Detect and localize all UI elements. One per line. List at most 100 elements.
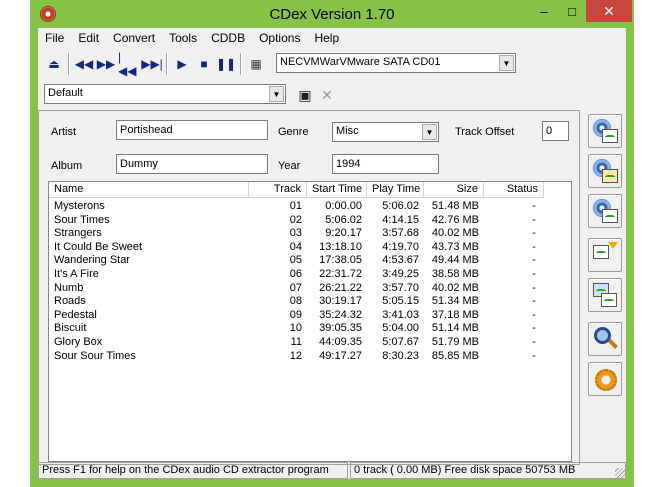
title-bar[interactable]: CDex Version 1.70 ‒ □ ✕ [30,0,634,28]
action-sidebar [584,110,626,410]
cell-size: 40.02 MB [431,227,479,240]
track-list[interactable]: Name Track Start Time Play Time Size Sta… [48,181,572,462]
cell-status: - [532,213,536,226]
cell-play-time: 3:41.03 [382,308,419,321]
table-row[interactable]: Numb 07 26:21.22 3:57.70 40.02 MB - [49,282,571,296]
column-status[interactable]: Status [484,182,544,198]
table-row[interactable]: Sour Sour Times 12 49:17.27 8:30.23 85.85 MB… [49,350,571,364]
cell-name: Mysterons [54,200,105,212]
cell-start-time: 0:00.00 [325,200,362,212]
stop-icon[interactable]: ■ [194,53,214,75]
menu-tools[interactable]: Tools [162,28,204,48]
menu-help[interactable]: Help [307,28,346,48]
column-size[interactable]: Size [424,182,484,198]
table-row[interactable]: Wandering Star 05 17:38.05 4:53.67 49.44 MB - [49,254,571,268]
chevron-down-icon[interactable]: ▼ [269,86,284,102]
convert-compressed-to-wav-icon[interactable] [588,278,622,312]
menu-file[interactable]: File [38,28,71,48]
toolbar-separator [166,53,168,75]
artist-input[interactable]: Portishead [116,120,268,140]
cell-play-time: 3:57.68 [382,227,419,240]
column-start-time[interactable]: Start Time [307,182,367,198]
delete-profile-icon[interactable]: ✕ [317,84,337,106]
track-offset-label: Track Offset [455,126,515,138]
cell-track: 11 [290,336,302,348]
menu-edit[interactable]: Edit [71,28,106,48]
client-area: File Edit Convert Tools CDDB Options Hel… [38,28,626,479]
convert-wav-to-compressed-icon[interactable] [588,238,622,272]
table-row[interactable]: Strangers 03 9:20.17 3:57.68 40.02 MB - [49,227,571,241]
profile-select-value: Default [48,87,83,99]
extract-cd-to-compressed-icon[interactable] [588,154,622,188]
cell-track: 09 [289,308,302,321]
table-row[interactable]: Sour Times 02 5:06.02 4:14.15 42.76 MB - [49,214,571,228]
cell-name: Wandering Star [54,254,131,267]
cell-play-time: 3:57.70 [382,281,419,294]
skip-forward-icon[interactable]: ▶▶| [141,53,163,75]
play-icon[interactable]: ▶ [172,53,192,75]
menu-bar: File Edit Convert Tools CDDB Options Hel… [38,28,626,48]
menu-convert[interactable]: Convert [106,28,162,48]
cell-play-time: 4:19.70 [382,240,419,253]
rewind-icon[interactable]: ◀◀ [74,53,94,75]
column-play-time[interactable]: Play Time [367,182,424,198]
cell-start-time: 5:06.02 [325,213,362,226]
maximize-button[interactable]: □ [558,0,586,22]
table-row[interactable]: Mysterons 01 0:00.00 5:06.02 51.48 MB - [49,200,571,214]
menu-cddb[interactable]: CDDB [204,28,252,48]
cell-track: 02 [289,213,302,226]
cell-size: 51.79 MB [431,336,479,348]
chevron-down-icon[interactable]: ▼ [499,55,514,71]
pause-icon[interactable]: ❚❚ [216,53,236,75]
cell-track: 07 [289,281,302,294]
table-row[interactable]: It's A Fire 06 22:31.72 3:49.25 38.58 MB - [49,268,571,282]
cell-size: 85.85 MB [431,349,479,362]
app-window: CDex Version 1.70 ‒ □ ✕ File Edit Conver… [30,0,634,487]
track-offset-input[interactable]: 0 [542,121,569,141]
eject-icon[interactable]: ⏏ [44,53,64,75]
minimize-button[interactable]: ‒ [530,0,558,22]
cd-info-icon[interactable]: ▦ [246,53,266,75]
cell-start-time: 35:24.32 [319,308,362,321]
drive-select[interactable]: NECVMWarVMware SATA CD01 ▼ [276,53,516,73]
column-track[interactable]: Track [249,182,307,198]
cell-start-time: 39:05.35 [319,322,362,335]
cell-start-time: 13:18.10 [319,240,362,253]
table-row[interactable]: Glory Box 11 44:09.35 5:07.67 51.79 MB - [49,336,571,350]
chevron-down-icon[interactable]: ▼ [422,124,437,140]
close-button[interactable]: ✕ [586,0,632,22]
artist-label: Artist [51,126,77,138]
cell-name: It Could Be Sweet [54,240,143,253]
cell-name: Numb [54,281,84,294]
column-name[interactable]: Name [49,182,249,198]
resize-grip[interactable] [615,468,625,478]
profile-select[interactable]: Default ▼ [44,84,286,104]
cddb-query-icon[interactable] [588,322,622,356]
table-row[interactable]: Pedestal 09 35:24.32 3:41.03 37.18 MB - [49,309,571,323]
cell-track: 10 [289,322,302,335]
skip-back-icon[interactable]: |◀◀ [118,50,138,78]
cell-track: 12 [289,349,302,362]
album-input[interactable]: Dummy [116,154,268,174]
genre-select[interactable]: Misc ▼ [332,122,439,142]
cell-play-time: 3:49.25 [382,268,419,280]
extract-partial-track-icon[interactable] [588,194,622,228]
extract-cd-to-wav-icon[interactable] [588,114,622,148]
menu-options[interactable]: Options [252,28,307,48]
table-row[interactable]: Roads 08 30:19.17 5:05.15 51.34 MB - [49,295,571,309]
save-profile-icon[interactable]: ▣ [295,84,315,106]
configuration-icon[interactable] [588,362,622,396]
fast-forward-icon[interactable]: ▶▶ [96,53,116,75]
cell-start-time: 22:31.72 [319,268,362,280]
cell-status: - [532,308,536,321]
cell-play-time: 5:05.15 [382,295,419,308]
cell-play-time: 8:30.23 [382,349,419,362]
table-row[interactable]: It Could Be Sweet 04 13:18.10 4:19.70 43.73 … [49,241,571,255]
year-input[interactable]: 1994 [332,154,439,174]
cell-status: - [532,349,536,362]
cell-size: 43.73 MB [431,240,479,253]
table-row[interactable]: Biscuit 10 39:05.35 5:04.00 51.14 MB - [49,322,571,336]
cell-status: - [532,268,536,280]
cell-status: - [532,336,536,348]
cell-name: It's A Fire [54,268,99,280]
